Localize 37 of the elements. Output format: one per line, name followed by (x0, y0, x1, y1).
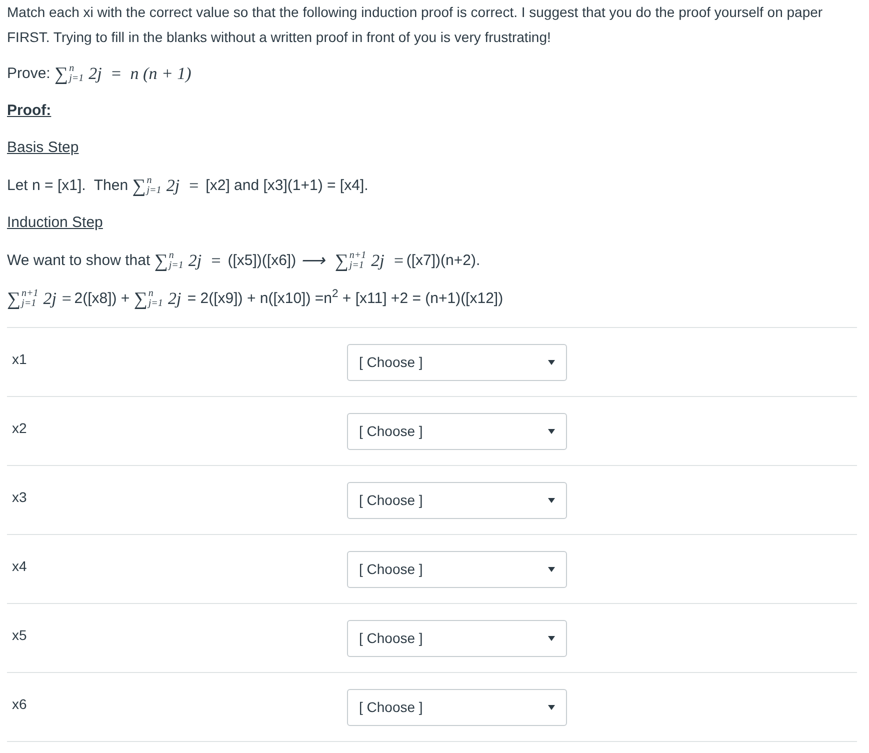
caret-icon (548, 429, 555, 434)
section-heading: Induction Step (7, 213, 104, 233)
proof-text: We want to show that (7, 250, 152, 271)
math-expression: 2j = (188, 250, 222, 272)
caret-icon (548, 567, 555, 572)
proof-text: ([x7])(n+2). (406, 250, 480, 271)
item-label: x5 (12, 626, 28, 645)
answer-dropdown[interactable]: [ Choose ] (347, 344, 567, 381)
answer-dropdown[interactable]: [ Choose ] (347, 413, 567, 450)
caret-icon (548, 360, 555, 365)
proof-text: ([x5])([x6]) (226, 250, 296, 271)
item-label: x2 (12, 419, 28, 438)
proof-text: Let n = [x1]. Then (7, 176, 130, 196)
math-expression: 2j = (166, 175, 200, 198)
answer-dropdown[interactable]: [ Choose ] (347, 620, 567, 657)
proof-text: Prove: (7, 64, 52, 84)
answer-dropdown[interactable]: [ Choose ] (347, 689, 567, 726)
answer-dropdown[interactable]: [ Choose ] (347, 482, 567, 519)
caret-icon (548, 498, 555, 503)
math-expression: 2j = n (n + 1) (88, 63, 192, 86)
caret-icon (548, 636, 555, 641)
math-expression: ⟶ (299, 250, 326, 272)
item-label: x4 (12, 557, 28, 576)
instructions-text: Match each xi with the correct value so that the following induction proof is correct. I suggest that you do the proof yourself on paper FIRST. Trying to fill in the blanks without a written proof in front of you is very frustrating! (7, 3, 824, 47)
item-label: x6 (12, 695, 28, 714)
proof-text: = 2([x9]) + n([x10]) =n$^{2}$ + [x11] +2 = (n+1)([x12]) (186, 288, 504, 309)
math-expression: 2j = (43, 288, 72, 310)
caret-icon (548, 705, 555, 710)
proof-text: [x2] and [x3](1+1) = [x4]. (204, 176, 368, 196)
item-label: x1 (12, 350, 28, 369)
section-heading: Basis Step (7, 138, 80, 158)
item-label: x3 (12, 488, 28, 507)
section-heading: Proof: (7, 101, 52, 121)
proof-text: 2([x8]) + (74, 288, 131, 309)
answer-dropdown[interactable]: [ Choose ] (347, 551, 567, 588)
math-expression: 2j = (371, 250, 404, 272)
math-expression: 2j (168, 288, 182, 310)
